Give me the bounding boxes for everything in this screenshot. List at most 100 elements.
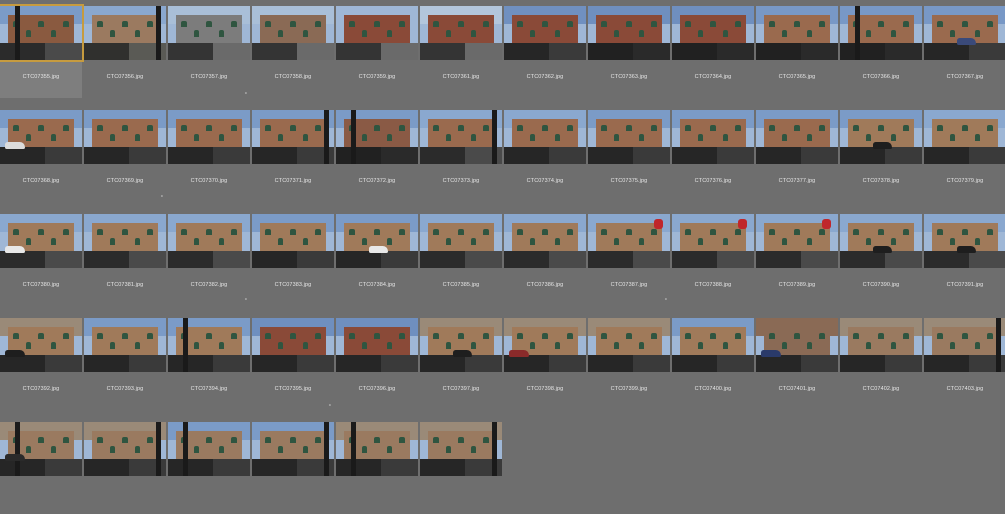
photo-thumbnail[interactable]: CTC07367.jpg <box>924 6 1005 98</box>
thumbnail-image[interactable] <box>672 318 754 372</box>
thumbnail-image[interactable] <box>924 110 1005 164</box>
thumbnail-image[interactable] <box>924 6 1005 60</box>
photo-thumbnail[interactable] <box>420 422 502 514</box>
thumbnail-image[interactable] <box>420 214 502 268</box>
photo-thumbnail[interactable] <box>168 422 250 514</box>
thumbnail-image[interactable] <box>504 110 586 164</box>
photo-thumbnail[interactable]: CTC07397.jpg <box>420 318 502 410</box>
photo-thumbnail[interactable]: CTC07379.jpg <box>924 110 1005 202</box>
thumbnail-image[interactable] <box>756 110 838 164</box>
photo-thumbnail[interactable]: CTC07398.jpg <box>504 318 586 410</box>
thumbnail-image[interactable] <box>84 110 166 164</box>
photo-thumbnail[interactable]: CTC07387.jpg <box>588 214 670 306</box>
photo-thumbnail[interactable]: CTC07382.jpg <box>168 214 250 306</box>
photo-thumbnail[interactable]: CTC07377.jpg <box>756 110 838 202</box>
photo-thumbnail[interactable] <box>252 422 334 514</box>
thumbnail-image[interactable] <box>504 318 586 372</box>
thumbnail-image[interactable] <box>252 6 334 60</box>
thumbnail-image[interactable] <box>672 110 754 164</box>
thumbnail-image[interactable] <box>756 6 838 60</box>
thumbnail-image[interactable] <box>84 6 166 60</box>
photo-thumbnail[interactable]: CTC07357.jpg <box>168 6 250 98</box>
photo-thumbnail[interactable]: CTC07402.jpg <box>840 318 922 410</box>
photo-thumbnail[interactable]: CTC07391.jpg <box>924 214 1005 306</box>
thumbnail-image[interactable] <box>0 318 82 372</box>
thumbnail-image[interactable] <box>336 318 418 372</box>
thumbnail-image[interactable] <box>84 422 166 476</box>
photo-thumbnail[interactable]: CTC07389.jpg <box>756 214 838 306</box>
thumbnail-image[interactable] <box>420 110 502 164</box>
thumbnail-image[interactable] <box>252 422 334 476</box>
photo-thumbnail[interactable]: CTC07393.jpg <box>84 318 166 410</box>
photo-thumbnail[interactable]: CTC07375.jpg <box>588 110 670 202</box>
photo-thumbnail[interactable]: CTC07383.jpg <box>252 214 334 306</box>
photo-thumbnail[interactable]: CTC07361.jpg <box>420 6 502 98</box>
photo-thumbnail[interactable]: CTC07365.jpg <box>756 6 838 98</box>
photo-thumbnail[interactable] <box>84 422 166 514</box>
thumbnail-image[interactable] <box>756 214 838 268</box>
photo-thumbnail[interactable]: CTC07384.jpg <box>336 214 418 306</box>
photo-thumbnail[interactable]: CTC07380.jpg <box>0 214 82 306</box>
thumbnail-image[interactable] <box>0 4 84 62</box>
thumbnail-image[interactable] <box>840 214 922 268</box>
thumbnail-image[interactable] <box>252 318 334 372</box>
thumbnail-image[interactable] <box>84 214 166 268</box>
thumbnail-image[interactable] <box>588 110 670 164</box>
thumbnail-image[interactable] <box>504 6 586 60</box>
photo-thumbnail[interactable]: CTC07356.jpg <box>84 6 166 98</box>
photo-thumbnail[interactable]: CTC07403.jpg <box>924 318 1005 410</box>
thumbnail-image[interactable] <box>0 214 82 268</box>
photo-thumbnail[interactable]: CTC07381.jpg <box>84 214 166 306</box>
thumbnail-image[interactable] <box>588 318 670 372</box>
photo-thumbnail[interactable]: CTC07369.jpg <box>84 110 166 202</box>
photo-thumbnail[interactable]: CTC07366.jpg <box>840 6 922 98</box>
photo-thumbnail[interactable]: CTC07370.jpg <box>168 110 250 202</box>
photo-thumbnail[interactable]: CTC07401.jpg <box>756 318 838 410</box>
photo-thumbnail[interactable]: CTC07372.jpg <box>336 110 418 202</box>
thumbnail-image[interactable] <box>168 214 250 268</box>
thumbnail-image[interactable] <box>336 422 418 476</box>
photo-thumbnail[interactable]: CTC07395.jpg <box>252 318 334 410</box>
thumbnail-image[interactable] <box>672 6 754 60</box>
thumbnail-image[interactable] <box>336 6 418 60</box>
photo-thumbnail[interactable]: CTC07376.jpg <box>672 110 754 202</box>
thumbnail-image[interactable] <box>588 214 670 268</box>
thumbnail-image[interactable] <box>168 110 250 164</box>
thumbnail-image[interactable] <box>420 422 502 476</box>
thumbnail-image[interactable] <box>840 318 922 372</box>
thumbnail-image[interactable] <box>252 214 334 268</box>
photo-thumbnail[interactable]: CTC07374.jpg <box>504 110 586 202</box>
thumbnail-image[interactable] <box>756 318 838 372</box>
thumbnail-image[interactable] <box>924 318 1005 372</box>
photo-thumbnail[interactable]: CTC07363.jpg <box>588 6 670 98</box>
thumbnail-image[interactable] <box>672 214 754 268</box>
photo-thumbnail[interactable]: CTC07368.jpg <box>0 110 82 202</box>
photo-thumbnail[interactable]: CTC07396.jpg <box>336 318 418 410</box>
thumbnail-image[interactable] <box>336 110 418 164</box>
photo-thumbnail[interactable]: CTC07358.jpg <box>252 6 334 98</box>
thumbnail-image[interactable] <box>252 110 334 164</box>
photo-thumbnail[interactable]: CTC07371.jpg <box>252 110 334 202</box>
thumbnail-image[interactable] <box>84 318 166 372</box>
photo-thumbnail[interactable]: CTC07394.jpg <box>168 318 250 410</box>
thumbnail-image[interactable] <box>504 214 586 268</box>
photo-thumbnail[interactable]: CTC07359.jpg <box>336 6 418 98</box>
photo-thumbnail[interactable]: CTC07392.jpg <box>0 318 82 410</box>
photo-thumbnail[interactable]: CTC07362.jpg <box>504 6 586 98</box>
thumbnail-image[interactable] <box>0 422 82 476</box>
photo-thumbnail[interactable]: CTC07399.jpg <box>588 318 670 410</box>
photo-thumbnail[interactable] <box>336 422 418 514</box>
thumbnail-image[interactable] <box>840 110 922 164</box>
thumbnail-image[interactable] <box>588 6 670 60</box>
photo-thumbnail[interactable]: CTC07388.jpg <box>672 214 754 306</box>
thumbnail-image[interactable] <box>420 318 502 372</box>
thumbnail-image[interactable] <box>168 318 250 372</box>
thumbnail-image[interactable] <box>336 214 418 268</box>
photo-thumbnail[interactable]: CTC07364.jpg <box>672 6 754 98</box>
photo-thumbnail[interactable] <box>0 422 82 514</box>
thumbnail-image[interactable] <box>168 422 250 476</box>
photo-thumbnail[interactable]: CTC07400.jpg <box>672 318 754 410</box>
photo-thumbnail[interactable]: CTC07355.jpg <box>0 4 84 98</box>
thumbnail-image[interactable] <box>0 110 82 164</box>
photo-thumbnail[interactable]: CTC07385.jpg <box>420 214 502 306</box>
